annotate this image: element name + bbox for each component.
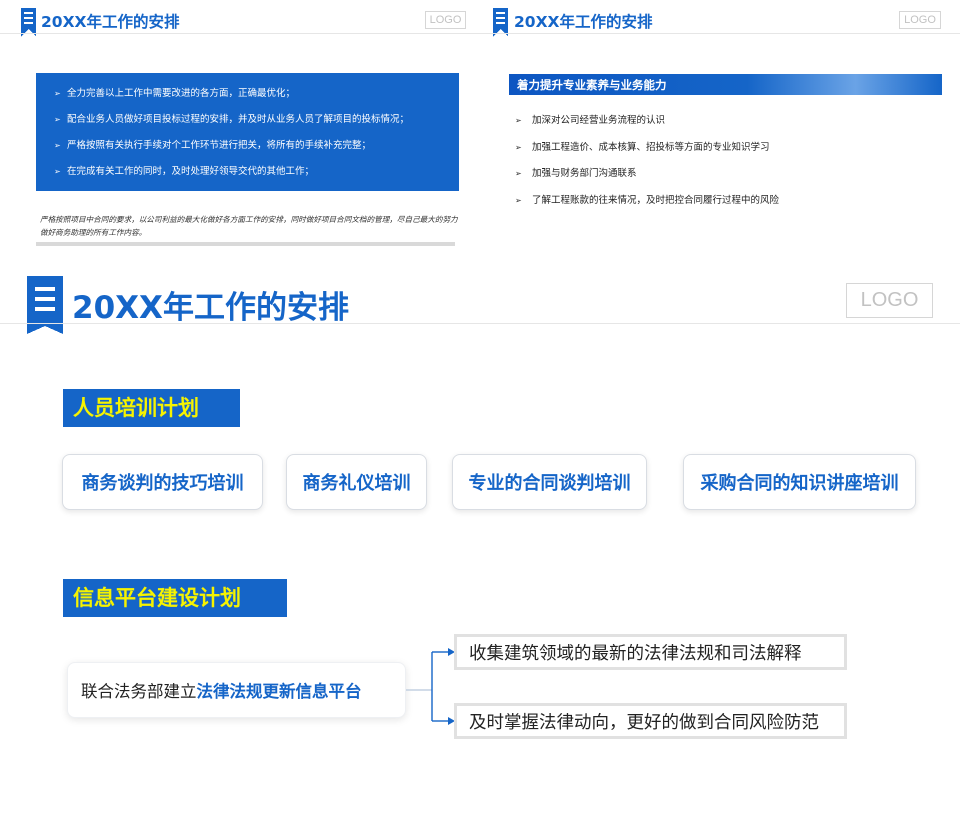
training-card: 专业的合同谈判培训 — [452, 454, 647, 510]
list-item: ➢ 加深对公司经营业务流程的认识 — [515, 115, 666, 126]
training-card: 采购合同的知识讲座培训 — [683, 454, 916, 510]
source-prefix: 联合法务部建立 — [81, 682, 197, 701]
page-title: 20XX年工作的安排 — [514, 13, 653, 31]
arrowhead-bullet-icon: ➢ — [54, 89, 61, 98]
section-badge-icon — [21, 8, 36, 37]
section-label-platform: 信息平台建设计划 — [63, 579, 287, 617]
divider-bar — [36, 242, 455, 246]
page-title: 20XX年工作的安排 — [41, 13, 180, 31]
header-divider — [0, 323, 960, 324]
logo: LOGO — [899, 11, 941, 29]
slide-main: 20XX年工作的安排 LOGO 人员培训计划 商务谈判的技巧培训 商务礼仪培训 … — [0, 262, 960, 816]
list-item: ➢ 全力完善以上工作中需要改进的各方面，正确最优化； — [54, 88, 296, 99]
page-title: 20XX年工作的安排 — [72, 290, 349, 326]
list-item: ➢ 配合业务人员做好项目投标过程的安排，并及时从业务人员了解项目的投标情况； — [54, 114, 410, 125]
arrowhead-bullet-icon: ➢ — [54, 115, 61, 124]
header-divider — [0, 33, 476, 34]
section-badge-icon — [27, 276, 63, 334]
arrowhead-bullet-icon: ➢ — [515, 143, 522, 152]
target-box: 及时掌握法律动向，更好的做到合同风险防范 — [454, 703, 847, 739]
list-item: ➢ 加强与财务部门沟通联系 — [515, 168, 637, 179]
list-item: ➢ 在完成有关工作的同时，及时处理好领导交代的其他工作； — [54, 166, 315, 177]
banner-label: 着力提升专业素养与业务能力 — [517, 78, 667, 92]
logo: LOGO — [846, 283, 933, 318]
section-banner: 着力提升专业素养与业务能力 — [509, 74, 942, 95]
arrowhead-bullet-icon: ➢ — [54, 141, 61, 150]
arrowhead-bullet-icon: ➢ — [515, 196, 522, 205]
flow-connector — [406, 648, 455, 725]
list-item: ➢ 了解工程账款的往来情况，及时把控合同履行过程中的风险 — [515, 195, 780, 206]
source-highlight: 法律法规更新信息平台 — [196, 682, 362, 701]
slide-top-left: 20XX年工作的安排 LOGO ➢ 全力完善以上工作中需要改进的各方面，正确最优… — [0, 0, 476, 262]
logo: LOGO — [425, 11, 466, 29]
note-text: 严格按照项目中合同的要求，以公司利益的最大化做好各方面工作的安排，同时做好项目合… — [40, 215, 458, 237]
header-divider — [476, 33, 960, 34]
target-box: 收集建筑领域的最新的法律法规和司法解释 — [454, 634, 847, 670]
slide-top-right: 20XX年工作的安排 LOGO 着力提升专业素养与业务能力 ➢ 加深对公司经营业… — [476, 0, 960, 262]
arrowhead-bullet-icon: ➢ — [54, 167, 61, 176]
training-card: 商务谈判的技巧培训 — [62, 454, 263, 510]
source-box: 联合法务部建立 法律法规更新信息平台 — [67, 662, 406, 718]
section-badge-icon — [493, 8, 508, 37]
list-item: ➢ 严格按照有关执行手续对个工作环节进行把关，将所有的手续补充完整； — [54, 140, 372, 151]
arrowhead-bullet-icon: ➢ — [515, 169, 522, 178]
content-panel: ➢ 全力完善以上工作中需要改进的各方面，正确最优化； ➢ 配合业务人员做好项目投… — [36, 73, 459, 191]
list-item: ➢ 加强工程造价、成本核算、招投标等方面的专业知识学习 — [515, 142, 770, 153]
section-label-training: 人员培训计划 — [63, 389, 240, 427]
arrowhead-bullet-icon: ➢ — [515, 116, 522, 125]
training-card: 商务礼仪培训 — [286, 454, 427, 510]
